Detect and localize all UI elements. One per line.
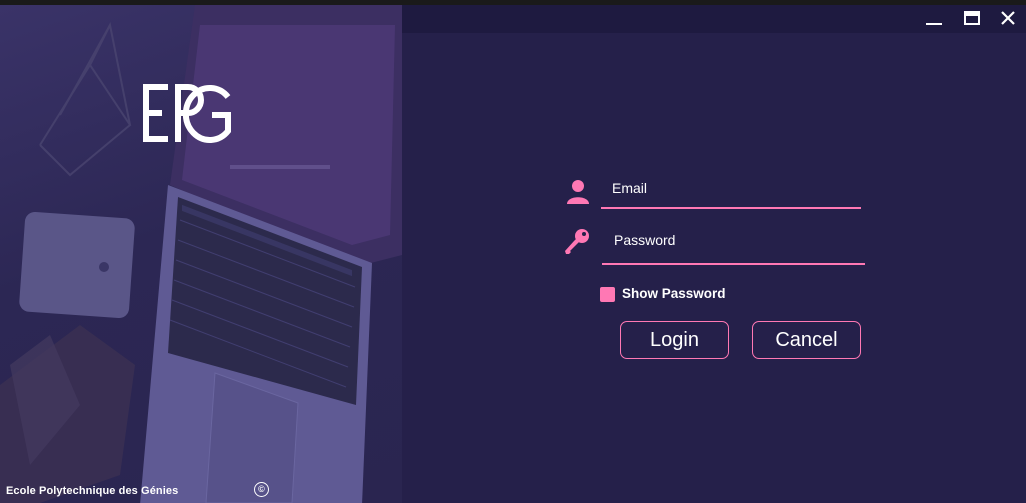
epg-logo (143, 84, 231, 143)
close-button[interactable] (996, 7, 1020, 29)
login-window: Ecole Polytechnique des Génies © Show (0, 5, 1026, 503)
show-password-checkbox[interactable] (600, 287, 615, 302)
copyright-icon: © (254, 482, 269, 497)
maximize-button[interactable] (960, 7, 984, 29)
laptop-photo (0, 5, 402, 503)
close-icon (1001, 11, 1015, 25)
user-icon (567, 180, 589, 204)
minimize-icon (926, 23, 942, 25)
key-icon (565, 229, 589, 254)
show-password-label[interactable]: Show Password (622, 286, 726, 301)
minimize-button[interactable] (922, 7, 946, 29)
password-underline (602, 263, 865, 265)
school-name: Ecole Polytechnique des Génies (6, 485, 179, 497)
background-photo-panel: Ecole Polytechnique des Génies © (0, 5, 402, 503)
maximize-icon (964, 11, 980, 25)
login-button[interactable]: Login (620, 321, 729, 359)
password-field[interactable] (614, 231, 854, 249)
email-field[interactable] (612, 179, 852, 197)
cancel-button[interactable]: Cancel (752, 321, 861, 359)
email-underline (601, 207, 861, 209)
